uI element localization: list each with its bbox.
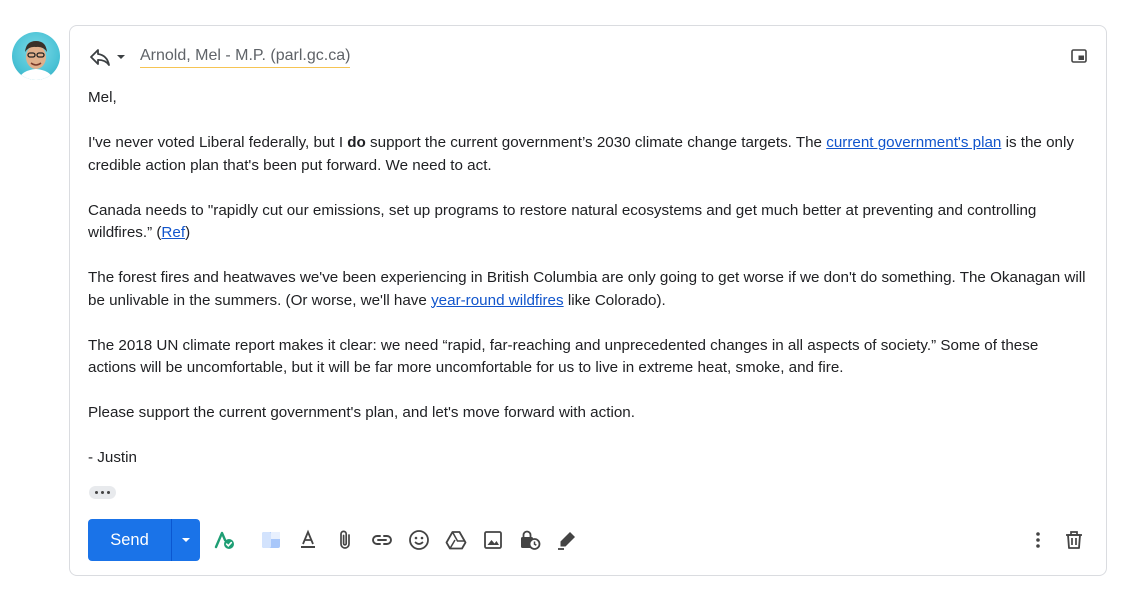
reply-type-dropdown-icon[interactable] xyxy=(114,50,128,64)
paragraph-1: I've never voted Liberal federally, but … xyxy=(88,134,1074,174)
dot xyxy=(95,491,98,494)
reply-icon[interactable] xyxy=(88,45,112,69)
compose-reply-card: Arnold, Mel - M.P. (parl.gc.ca) Mel, I'v… xyxy=(69,25,1107,576)
avatar xyxy=(12,32,60,80)
insert-link-icon[interactable] xyxy=(370,528,394,552)
pop-out-icon[interactable] xyxy=(1070,47,1088,65)
link-year-round-wildfires[interactable]: year-round wildfires xyxy=(431,292,564,309)
paragraph-5: Please support the current government's … xyxy=(88,404,635,421)
message-body[interactable]: Mel, I've never voted Liberal federally,… xyxy=(88,87,1088,492)
send-button-group: Send xyxy=(88,519,200,561)
dot xyxy=(101,491,104,494)
bold-text: do xyxy=(347,134,366,151)
text-format-icon[interactable] xyxy=(296,528,320,552)
google-drive-icon[interactable] xyxy=(444,528,468,552)
reply-header: Arnold, Mel - M.P. (parl.gc.ca) xyxy=(88,44,351,70)
emoji-icon[interactable] xyxy=(407,528,431,552)
greeting: Mel, xyxy=(88,89,117,106)
dot xyxy=(107,491,110,494)
send-options-dropdown-icon[interactable] xyxy=(172,519,200,561)
signature: - Justin xyxy=(88,449,137,466)
grammar-check-icon[interactable] xyxy=(212,528,236,552)
recipient-chip[interactable]: Arnold, Mel - M.P. (parl.gc.ca) xyxy=(140,46,351,68)
signature-icon[interactable] xyxy=(555,528,579,552)
send-button[interactable]: Send xyxy=(88,519,171,561)
compose-toolbar: Send xyxy=(88,519,1088,561)
insert-photo-icon[interactable] xyxy=(481,528,505,552)
show-trimmed-content-button[interactable] xyxy=(89,486,116,499)
layout-template-icon[interactable] xyxy=(259,528,283,552)
delete-icon[interactable] xyxy=(1062,528,1086,552)
paragraph-2: Canada needs to "rapidly cut our emissio… xyxy=(88,201,1037,242)
attach-file-icon[interactable] xyxy=(333,528,357,552)
link-current-government-plan[interactable]: current government's plan xyxy=(826,134,1001,151)
more-options-icon[interactable] xyxy=(1026,528,1050,552)
confidential-mode-icon[interactable] xyxy=(518,528,542,552)
link-ref[interactable]: Ref xyxy=(161,224,185,241)
paragraph-3: The forest fires and heatwaves we've bee… xyxy=(88,269,1086,309)
paragraph-4: The 2018 UN climate report makes it clea… xyxy=(88,336,1039,377)
